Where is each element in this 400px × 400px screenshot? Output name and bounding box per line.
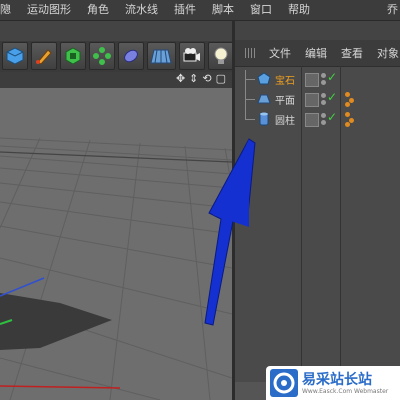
layer-toggle[interactable] (305, 113, 319, 127)
object-manager-menu: 文件 编辑 查看 对象 (235, 40, 400, 67)
om-menu-edit[interactable]: 编辑 (305, 45, 327, 61)
object-row-cylinder[interactable]: 圆柱 ✓ (235, 110, 400, 128)
phong-tag-icon[interactable] (349, 98, 354, 103)
plane-icon (257, 93, 271, 108)
menu-item-mograph[interactable]: 运动图形 (19, 0, 79, 20)
floor-icon[interactable] (146, 42, 177, 70)
object-row-plane[interactable]: 平面 ✓ (235, 90, 400, 108)
deformer-icon[interactable] (117, 42, 144, 70)
maximize-view-icon[interactable]: ▢ (216, 72, 226, 88)
phong-tag-icon[interactable] (345, 92, 350, 97)
phong-tag-icon[interactable] (345, 122, 350, 127)
object-name[interactable]: 宝石 (275, 72, 295, 87)
menu-item-help[interactable]: 帮助 (280, 0, 318, 20)
layer-toggle[interactable] (305, 73, 319, 87)
om-menu-object[interactable]: 对象 (377, 45, 399, 61)
watermark-title: 易采站长站 (302, 371, 372, 388)
toolbar-row-bg (0, 21, 232, 41)
render-visibility-dot[interactable] (321, 120, 326, 125)
menu-item-0[interactable]: 䧭 (0, 0, 19, 20)
menu-item-character[interactable]: 角色 (79, 0, 117, 20)
om-menu-view[interactable]: 查看 (341, 45, 363, 61)
cube-icon[interactable] (2, 42, 28, 70)
menu-item-script[interactable]: 脚本 (204, 0, 242, 20)
object-name[interactable]: 圆柱 (275, 112, 295, 127)
editor-visibility-dot[interactable] (321, 73, 326, 78)
viewport-nav: ✥ ⇕ ⟲ ▢ (0, 72, 232, 88)
enabled-check-icon[interactable]: ✓ (327, 90, 337, 104)
om-menu-file[interactable]: 文件 (269, 45, 291, 61)
watermark-logo-icon (270, 369, 298, 397)
enabled-check-icon[interactable]: ✓ (327, 110, 337, 124)
bottom-strip (235, 382, 266, 400)
editor-visibility-dot[interactable] (321, 93, 326, 98)
layer-toggle[interactable] (305, 93, 319, 107)
gem-icon (257, 72, 271, 89)
menu-item-window[interactable]: 窗口 (242, 0, 280, 20)
phong-tag-icon[interactable] (345, 112, 350, 117)
phong-tag-icon[interactable] (345, 102, 350, 107)
render-visibility-dot[interactable] (321, 100, 326, 105)
render-visibility-dot[interactable] (321, 80, 326, 85)
zoom-view-icon[interactable]: ⇕ (189, 72, 198, 88)
editor-visibility-dot[interactable] (321, 113, 326, 118)
grip-icon[interactable] (245, 48, 255, 58)
enabled-check-icon[interactable]: ✓ (327, 70, 337, 84)
menu-item-pipeline[interactable]: 流水线 (117, 0, 166, 20)
move-view-icon[interactable]: ✥ (176, 72, 185, 88)
menu-item-last[interactable]: 乔 (379, 0, 400, 20)
watermark-text: 易采站长站 Www.Easck.Com Webmaster (298, 372, 388, 395)
om-top-strip (235, 21, 400, 40)
menu-bar: 䧭 运动图形 角色 流水线 插件 脚本 窗口 帮助 乔 (0, 0, 400, 21)
pen-icon[interactable] (30, 42, 57, 70)
menu-item-plugins[interactable]: 插件 (166, 0, 204, 20)
light-icon[interactable] (208, 42, 235, 70)
watermark-subtitle: Www.Easck.Com Webmaster (302, 387, 389, 395)
toolbar (0, 42, 235, 74)
object-name[interactable]: 平面 (275, 92, 295, 107)
rotate-view-icon[interactable]: ⟲ (202, 72, 211, 88)
cylinder-icon (259, 111, 269, 130)
tree-connector (245, 79, 255, 80)
watermark: 易采站长站 Www.Easck.Com Webmaster (266, 366, 400, 400)
camera-icon[interactable] (179, 42, 206, 70)
phong-tag-icon[interactable] (349, 118, 354, 123)
array-icon[interactable] (88, 42, 115, 70)
object-row-gem[interactable]: 宝石 ✓ (235, 70, 400, 88)
annotation-arrow-icon (204, 138, 256, 326)
tree-connector (245, 119, 255, 120)
tree-connector (245, 99, 255, 100)
subdivide-icon[interactable] (59, 42, 86, 70)
